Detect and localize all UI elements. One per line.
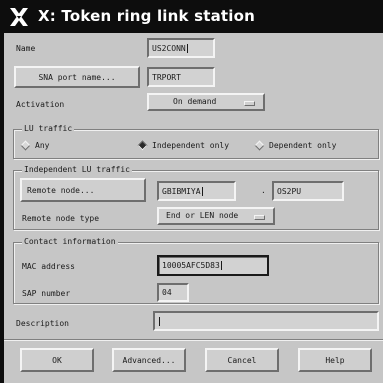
network-name-value: GBIBMIYA [162,186,201,196]
name-field[interactable]: US2CONN [147,38,215,58]
remote-node-button[interactable]: Remote node... [20,178,146,202]
advanced-button-label: Advanced... [122,355,176,365]
radio-diamond-selected-icon [137,140,148,151]
node-name-value: OS2PU [277,186,302,196]
activation-label: Activation [16,100,65,109]
name-label: Name [16,44,36,53]
x-window-icon [10,8,28,26]
radio-dependent-only-label: Dependent only [269,141,337,150]
button-separator [4,339,383,341]
remote-node-type-option-menu[interactable]: End or LEN node [157,207,275,225]
option-menu-indicator-icon [254,215,265,220]
window-title: X: Token ring link station [38,7,256,25]
cancel-button[interactable]: Cancel [205,348,279,372]
remote-node-type-selected: End or LEN node [166,211,239,220]
radio-any[interactable]: Any [20,140,50,151]
radio-diamond-icon [254,140,265,151]
title-bar: X: Token ring link station [0,0,383,33]
remote-node-type-label: Remote node type [22,214,100,223]
node-separator: . [261,186,266,195]
mac-address-value: 10005AFC5D83 [162,261,220,270]
mac-address-label: MAC address [22,262,75,271]
window-left-edge [0,33,4,383]
remote-node-button-label: Remote node... [27,185,95,195]
help-button-label: Help [325,355,345,365]
radio-dependent-only[interactable]: Dependent only [254,140,337,151]
sna-port-name-button[interactable]: SNA port name... [14,66,140,88]
sna-port-field[interactable]: TRPORT [147,67,215,87]
cancel-button-label: Cancel [227,355,257,365]
text-cursor [186,43,188,53]
sna-port-value: TRPORT [152,72,181,82]
sap-number-field[interactable]: 04 [157,283,189,302]
advanced-button[interactable]: Advanced... [112,348,186,372]
node-name-field[interactable]: OS2PU [272,181,344,201]
independent-lu-title: Independent LU traffic [22,165,132,174]
activation-option-menu[interactable]: On demand [147,93,265,111]
ok-button[interactable]: OK [20,348,94,372]
contact-information-title: Contact information [22,237,118,246]
text-cursor [159,316,160,326]
sna-port-name-button-label: SNA port name... [38,72,116,82]
help-button[interactable]: Help [298,348,372,372]
activation-selected: On demand [173,97,217,106]
radio-independent-only[interactable]: Independent only [137,140,230,151]
network-name-field[interactable]: GBIBMIYA [157,181,236,201]
description-label: Description [16,319,69,328]
radio-diamond-icon [20,140,31,151]
sap-number-value: 04 [162,288,172,297]
option-menu-indicator-icon [244,101,255,106]
text-cursor [220,261,222,270]
sap-number-label: SAP number [22,289,71,298]
text-cursor [201,186,203,196]
description-field[interactable] [153,311,379,331]
radio-independent-only-label: Independent only [152,141,230,150]
mac-address-field[interactable]: 10005AFC5D83 [157,255,269,276]
ok-button-label: OK [52,355,62,365]
lu-traffic-title: LU traffic [22,124,75,133]
radio-any-label: Any [35,141,50,150]
name-value: US2CONN [152,43,186,53]
